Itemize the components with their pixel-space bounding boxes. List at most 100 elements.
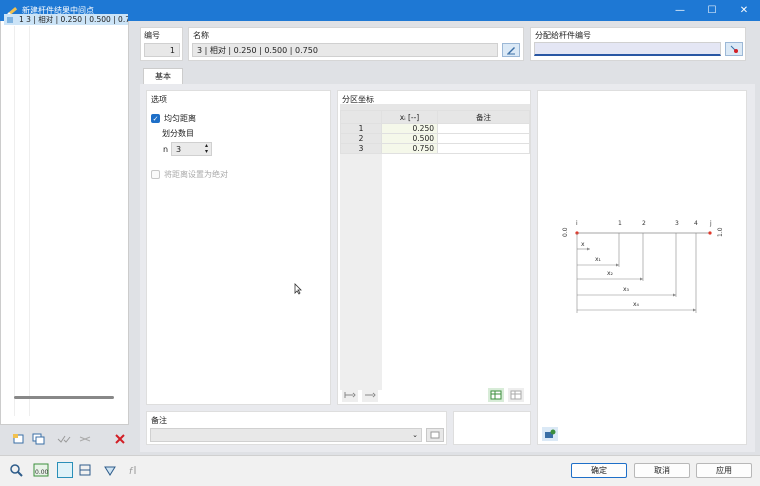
name-field[interactable]: 3 | 相对 | 0.250 | 0.500 | 0.750 bbox=[192, 43, 498, 57]
svg-text:0.00: 0.00 bbox=[35, 469, 49, 476]
options-title: 选项 bbox=[151, 95, 167, 104]
name-box: 名称 3 | 相对 | 0.250 | 0.500 | 0.750 bbox=[188, 27, 524, 61]
new-item-icon bbox=[13, 434, 24, 444]
model-view-button[interactable] bbox=[77, 463, 93, 477]
edit-name-button[interactable] bbox=[502, 43, 520, 57]
copy-item-button[interactable] bbox=[31, 432, 47, 446]
table-row[interactable]: 2 0.500 bbox=[340, 133, 530, 144]
search-button[interactable] bbox=[8, 463, 24, 477]
maximize-button[interactable]: ☐ bbox=[696, 0, 728, 21]
row-index: 1 bbox=[340, 123, 382, 134]
note-select[interactable]: ⌄ bbox=[150, 428, 422, 442]
display-options-icon bbox=[104, 466, 116, 476]
table-header-row: xᵢ [--] 备注 bbox=[340, 110, 530, 124]
list-grid-lines bbox=[14, 26, 30, 416]
uncheck-icon bbox=[79, 436, 91, 442]
cancel-button[interactable]: 取消 bbox=[634, 463, 690, 478]
function-button[interactable]: f bbox=[126, 463, 142, 477]
row-index: 2 bbox=[340, 133, 382, 144]
col-x-header: xᵢ [--] bbox=[381, 110, 438, 124]
uncheck-all-button[interactable] bbox=[77, 432, 93, 446]
check-all-button[interactable] bbox=[56, 432, 72, 446]
color-button[interactable] bbox=[57, 462, 73, 478]
number-box: 编号 1 bbox=[140, 27, 183, 61]
x-dim-label: x bbox=[581, 241, 585, 248]
apply-button[interactable]: 应用 bbox=[696, 463, 752, 478]
note-edit-button[interactable] bbox=[426, 428, 444, 442]
table-row[interactable]: 1 0.250 bbox=[340, 123, 530, 134]
diagram-section: 0.0 1.0 i j 1 2 3 4 x x₁ x₂ x₃ x₄ bbox=[537, 90, 747, 445]
corner-cell bbox=[340, 110, 382, 124]
table-import-icon bbox=[490, 390, 502, 400]
absolute-label: 将距离设置为绝对 bbox=[164, 170, 228, 179]
close-button[interactable]: ✕ bbox=[728, 0, 760, 21]
diagram-settings-button[interactable] bbox=[542, 427, 558, 441]
node-j-label: j bbox=[709, 220, 712, 227]
list-item-swatch bbox=[7, 16, 13, 23]
new-item-button[interactable] bbox=[11, 432, 27, 446]
note-cell[interactable] bbox=[437, 123, 530, 134]
pick-member-button[interactable] bbox=[725, 42, 743, 56]
dimension-arrows bbox=[587, 247, 696, 312]
pick-member-icon bbox=[730, 45, 738, 53]
uniform-row[interactable]: ✓ 均匀距离 bbox=[151, 113, 196, 124]
x-cell[interactable]: 0.500 bbox=[381, 133, 438, 144]
display-options-button[interactable] bbox=[102, 463, 118, 477]
append-row-button[interactable] bbox=[362, 388, 378, 402]
mouse-cursor-icon bbox=[294, 283, 302, 295]
x-cell[interactable]: 0.250 bbox=[381, 123, 438, 134]
absolute-checkbox[interactable] bbox=[151, 170, 160, 179]
absolute-row[interactable]: 将距离设置为绝对 bbox=[151, 169, 228, 180]
coords-table: xᵢ [--] 备注 1 0.250 2 0.500 3 0.750 bbox=[340, 110, 530, 154]
node-i-label: i bbox=[576, 220, 578, 227]
edit-icon bbox=[507, 47, 515, 55]
point-label: 2 bbox=[642, 220, 646, 227]
note-edit-icon bbox=[430, 431, 440, 439]
number-label: 编号 bbox=[144, 31, 160, 40]
dim-label: x₃ bbox=[623, 286, 630, 293]
delete-icon bbox=[115, 434, 125, 444]
col-note-header: 备注 bbox=[437, 110, 530, 124]
name-label: 名称 bbox=[193, 31, 209, 40]
diagram-settings-icon bbox=[545, 429, 556, 438]
uniform-checkbox[interactable]: ✓ bbox=[151, 114, 160, 123]
import-table-button[interactable] bbox=[488, 388, 504, 402]
x-cell[interactable]: 0.750 bbox=[381, 143, 438, 154]
options-section: 选项 ✓ 均匀距离 划分数目 n 3 ▴ ▾ 将距离设置为绝对 bbox=[146, 90, 331, 405]
n-label: n bbox=[163, 145, 169, 154]
assign-box: 分配给杆件编号 bbox=[530, 27, 746, 61]
insert-row-icon bbox=[344, 392, 356, 398]
function-icon: f bbox=[129, 466, 136, 477]
note-cell[interactable] bbox=[437, 133, 530, 144]
check-all-icon bbox=[57, 435, 71, 443]
left-end-label: 0.0 bbox=[562, 227, 569, 237]
ok-button[interactable]: 确定 bbox=[571, 463, 627, 478]
note-section: 备注 ⌄ bbox=[146, 411, 447, 445]
note-title: 备注 bbox=[151, 416, 167, 425]
stepper-arrows-icon[interactable]: ▴ ▾ bbox=[205, 143, 208, 155]
export-table-button[interactable] bbox=[508, 388, 524, 402]
number-field[interactable]: 1 bbox=[144, 43, 180, 57]
delete-button[interactable] bbox=[112, 432, 128, 446]
svg-text:f: f bbox=[129, 467, 134, 477]
list-panel: 列表 1 3 | 相对 | 0.250 | 0.500 | 0.75 bbox=[0, 0, 129, 425]
tab-basic[interactable]: 基本 bbox=[143, 68, 183, 84]
coords-section: 分区坐标 xᵢ [--] 备注 1 0.250 2 0.500 3 0.750 bbox=[337, 90, 531, 405]
decimal-places-button[interactable]: 0.00 bbox=[33, 463, 49, 477]
copy-icon bbox=[32, 433, 45, 445]
list-scrollbar[interactable] bbox=[14, 396, 114, 399]
minimize-button[interactable]: — bbox=[664, 0, 696, 21]
note-cell[interactable] bbox=[437, 143, 530, 154]
append-row-icon bbox=[365, 392, 376, 398]
member-division-diagram: 0.0 1.0 i j 1 2 3 4 x x₁ x₂ x₃ x₄ bbox=[562, 220, 724, 313]
model-view-icon bbox=[79, 464, 91, 476]
list-item[interactable]: 1 3 | 相对 | 0.250 | 0.500 | 0.75 bbox=[4, 14, 128, 25]
uniform-label: 均匀距离 bbox=[164, 114, 196, 123]
dim-label: x₄ bbox=[633, 301, 640, 308]
decimal-places-icon: 0.00 bbox=[33, 463, 49, 477]
n-stepper[interactable]: 3 ▴ ▾ bbox=[171, 142, 212, 156]
dim-label: x₁ bbox=[595, 256, 602, 263]
insert-row-button[interactable] bbox=[342, 388, 358, 402]
table-row[interactable]: 3 0.750 bbox=[340, 143, 530, 154]
assign-member-input[interactable] bbox=[534, 42, 721, 56]
